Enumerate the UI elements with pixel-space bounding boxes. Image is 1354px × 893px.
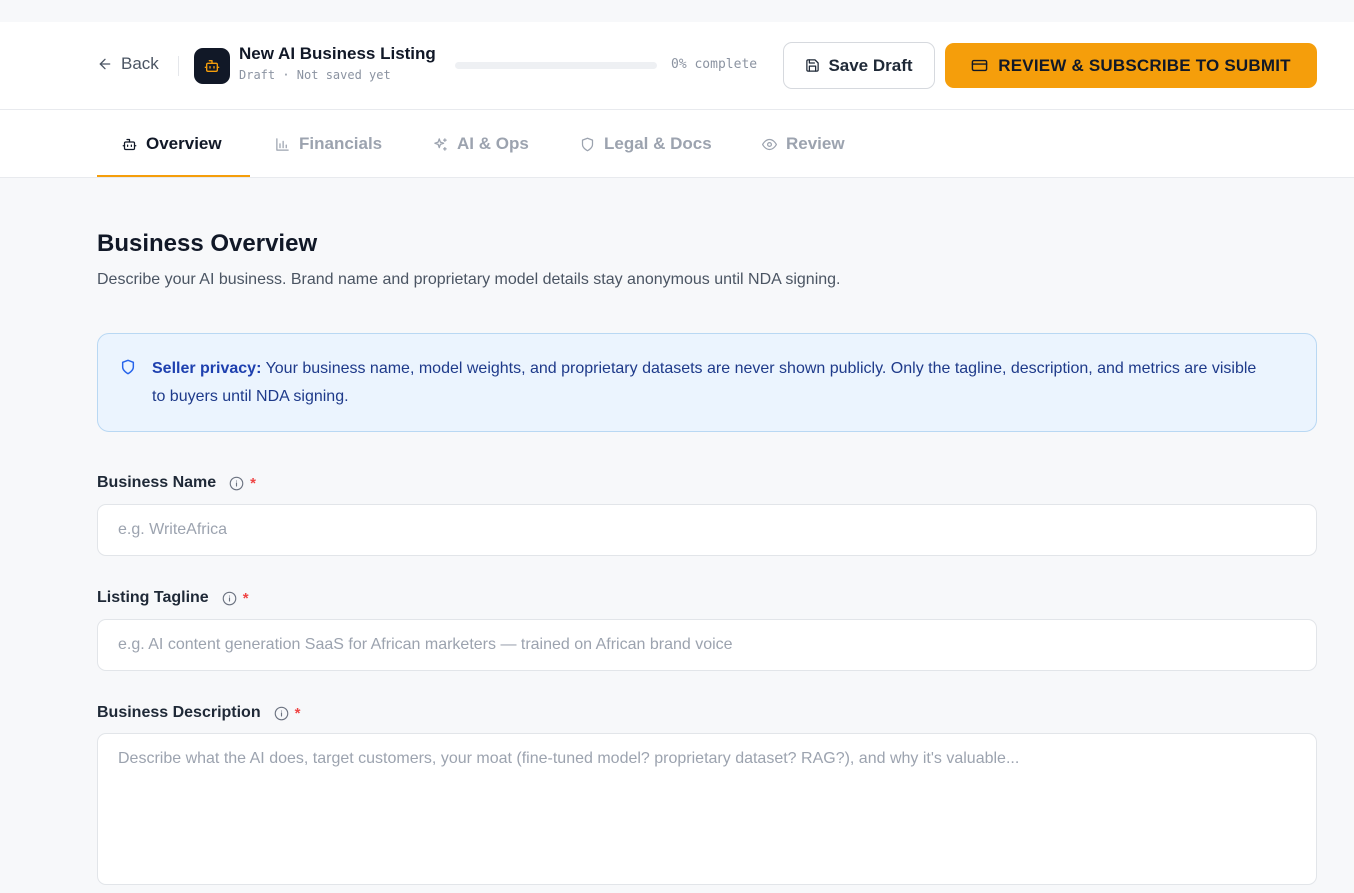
eye-icon xyxy=(762,138,777,150)
review-submit-button[interactable]: REVIEW & SUBSCRIBE TO SUBMIT xyxy=(945,43,1317,88)
required-marker: * xyxy=(242,589,249,607)
page-title: Business Overview xyxy=(97,230,318,257)
save-draft-label: Save Draft xyxy=(828,55,913,75)
privacy-notice-heading: Seller privacy: xyxy=(152,360,262,377)
listing-tagline-input[interactable] xyxy=(97,619,1317,671)
tab-label: Legal & Docs xyxy=(604,134,712,153)
active-tab-indicator xyxy=(97,175,250,177)
field-label-text: Business Description xyxy=(97,704,261,721)
field-label-text: Business Name xyxy=(97,474,217,491)
tab-financials[interactable]: Financials xyxy=(275,110,382,178)
sparkles-icon xyxy=(434,137,447,151)
info-icon[interactable] xyxy=(274,706,289,721)
save-draft-button[interactable]: Save Draft xyxy=(783,42,935,89)
page-description: Describe your AI business. Brand name an… xyxy=(97,271,841,288)
listing-tagline-label: Listing Tagline * xyxy=(97,589,249,607)
tab-label: Financials xyxy=(299,134,383,153)
bar-chart-icon xyxy=(276,137,289,151)
privacy-notice-text: Seller privacy: Your business name, mode… xyxy=(152,355,1272,411)
progress-bar xyxy=(455,62,657,69)
review-submit-label: REVIEW & SUBSCRIBE TO SUBMIT xyxy=(998,55,1291,75)
save-status: Draft · Not saved yet xyxy=(239,68,391,82)
tab-label: Overview xyxy=(146,134,222,153)
privacy-notice: Seller privacy: Your business name, mode… xyxy=(97,333,1317,432)
shield-icon xyxy=(121,359,135,375)
credit-card-icon xyxy=(971,59,988,72)
header-divider xyxy=(178,56,179,76)
save-icon xyxy=(806,59,820,72)
listing-title: New AI Business Listing xyxy=(239,44,436,63)
arrow-left-icon xyxy=(99,58,111,70)
shield-icon xyxy=(581,137,594,151)
bot-icon xyxy=(122,138,137,150)
back-button[interactable]: Back xyxy=(97,54,159,74)
tab-label: AI & Ops xyxy=(457,134,529,153)
field-label-text: Listing Tagline xyxy=(97,589,209,606)
listing-header: Back New AI Business Listing Draft · Not… xyxy=(0,22,1354,110)
section-tabs: Overview Financials AI & Ops Legal & Doc… xyxy=(0,110,1354,178)
info-icon[interactable] xyxy=(229,476,244,491)
top-strip xyxy=(0,0,1354,22)
back-label: Back xyxy=(121,54,159,73)
required-marker: * xyxy=(294,704,301,722)
tab-label: Review xyxy=(786,134,845,153)
tab-legal-docs[interactable]: Legal & Docs xyxy=(580,110,712,178)
business-description-textarea[interactable] xyxy=(97,733,1317,885)
business-description-label: Business Description * xyxy=(97,704,300,722)
tab-ai-ops[interactable]: AI & Ops xyxy=(433,110,529,178)
privacy-notice-body: Your business name, model weights, and p… xyxy=(152,360,1257,405)
tab-review[interactable]: Review xyxy=(762,110,845,178)
business-name-label: Business Name * xyxy=(97,474,256,492)
business-name-input[interactable] xyxy=(97,504,1317,556)
progress-text: 0% complete xyxy=(671,57,758,72)
required-marker: * xyxy=(250,474,257,492)
tab-overview[interactable]: Overview xyxy=(122,110,222,178)
bot-icon xyxy=(204,60,220,72)
app-logo xyxy=(194,48,230,84)
info-icon[interactable] xyxy=(222,591,237,606)
